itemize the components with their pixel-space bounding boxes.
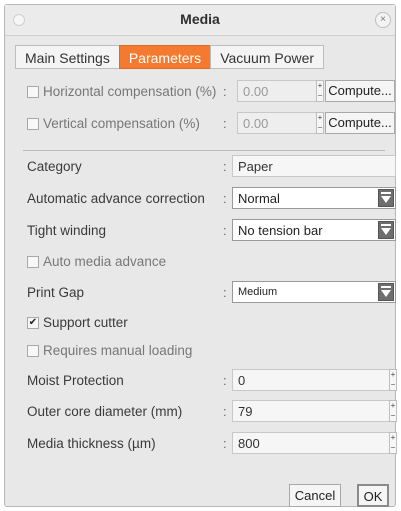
dropdown-arrow-icon[interactable]	[378, 189, 394, 207]
media-thickness-row: Media thickness (µm) : 800 + −	[27, 432, 397, 456]
section-divider	[23, 150, 385, 151]
outer-core-diameter-row: Outer core diameter (mm) : 79 + −	[27, 400, 397, 424]
auto-advance-correction-label: Automatic advance correction	[27, 191, 205, 206]
horizontal-compensation-label: Horizontal compensation (%)	[43, 84, 217, 99]
colon: :	[223, 84, 227, 99]
ok-button[interactable]: OK	[357, 484, 389, 507]
cancel-button[interactable]: Cancel	[289, 484, 341, 507]
media-thickness-label: Media thickness (µm)	[27, 436, 156, 451]
horizontal-compensation-checkbox[interactable]	[27, 86, 39, 98]
window-title: Media	[180, 11, 220, 27]
vertical-compensation-row: Vertical compensation (%) : 0.00 + − Com…	[27, 112, 395, 136]
spin-down-icon[interactable]: −	[317, 91, 323, 101]
colon: :	[223, 285, 227, 300]
horizontal-compute-button[interactable]: Compute...	[325, 80, 395, 102]
category-row: Category : Paper	[27, 155, 396, 179]
tab-vacuum-power[interactable]: Vacuum Power	[210, 45, 325, 69]
requires-manual-loading-checkbox[interactable]	[27, 345, 39, 357]
tight-winding-value: No tension bar	[238, 223, 323, 238]
auto-advance-correction-select[interactable]: Normal	[232, 187, 396, 209]
moist-protection-row: Moist Protection : 0 + −	[27, 369, 397, 393]
support-cutter-checkbox[interactable]: ✔	[27, 317, 39, 329]
dropdown-arrow-icon[interactable]	[378, 221, 394, 239]
requires-manual-loading-row: Requires manual loading	[27, 339, 391, 363]
horizontal-compensation-spinner[interactable]: + −	[316, 80, 324, 102]
spin-down-icon[interactable]: −	[317, 123, 323, 133]
vertical-compensation-spinner[interactable]: + −	[316, 112, 324, 134]
tight-winding-row: Tight winding : No tension bar	[27, 219, 396, 243]
support-cutter-row: ✔ Support cutter	[27, 311, 391, 335]
spin-up-icon[interactable]: +	[390, 433, 396, 443]
media-dialog: Media × Main Settings Parameters Vacuum …	[4, 4, 397, 508]
spin-up-icon[interactable]: +	[317, 81, 323, 91]
spin-up-icon[interactable]: +	[390, 370, 396, 380]
print-gap-select[interactable]: Medium	[232, 281, 396, 303]
spin-down-icon[interactable]: −	[390, 411, 396, 421]
print-gap-label: Print Gap	[27, 285, 85, 300]
auto-advance-correction-row: Automatic advance correction : Normal	[27, 187, 396, 211]
auto-media-advance-row: Auto media advance	[27, 250, 391, 274]
outer-core-diameter-field[interactable]: 79	[232, 400, 390, 422]
media-thickness-field[interactable]: 800	[232, 432, 390, 454]
tight-winding-label: Tight winding	[27, 223, 107, 238]
colon: :	[223, 159, 227, 174]
close-icon[interactable]: ×	[375, 12, 391, 28]
tab-main-settings[interactable]: Main Settings	[15, 45, 120, 69]
moist-protection-field[interactable]: 0	[232, 369, 390, 391]
tight-winding-select[interactable]: No tension bar	[232, 219, 396, 241]
dialog-footer: Cancel OK	[27, 484, 391, 508]
colon: :	[223, 191, 227, 206]
colon: :	[223, 373, 227, 388]
outer-core-diameter-label: Outer core diameter (mm)	[27, 404, 183, 419]
vertical-compute-button[interactable]: Compute...	[325, 112, 395, 134]
colon: :	[223, 223, 227, 238]
auto-media-advance-label: Auto media advance	[43, 254, 167, 269]
title-bar: Media ×	[5, 5, 395, 36]
media-thickness-spinner[interactable]: + −	[389, 432, 397, 454]
colon: :	[223, 116, 227, 131]
vertical-compensation-label: Vertical compensation (%)	[43, 116, 200, 131]
print-gap-value: Medium	[238, 286, 278, 298]
spin-down-icon[interactable]: −	[390, 443, 396, 453]
moist-protection-label: Moist Protection	[27, 373, 124, 388]
spin-up-icon[interactable]: +	[390, 401, 396, 411]
colon: :	[223, 436, 227, 451]
spin-up-icon[interactable]: +	[317, 113, 323, 123]
moist-protection-spinner[interactable]: + −	[389, 369, 397, 391]
category-label: Category	[27, 159, 82, 174]
print-gap-row: Print Gap : Medium	[27, 281, 396, 305]
horizontal-compensation-field[interactable]: 0.00	[237, 80, 317, 102]
tab-bar: Main Settings Parameters Vacuum Power	[15, 45, 325, 69]
tab-parameters[interactable]: Parameters	[118, 45, 212, 69]
colon: :	[223, 404, 227, 419]
outer-core-diameter-spinner[interactable]: + −	[389, 400, 397, 422]
horizontal-compensation-row: Horizontal compensation (%) : 0.00 + − C…	[27, 80, 395, 104]
requires-manual-loading-label: Requires manual loading	[43, 343, 193, 358]
vertical-compensation-checkbox[interactable]	[27, 118, 39, 130]
category-field: Paper	[232, 155, 396, 177]
spin-down-icon[interactable]: −	[390, 380, 396, 390]
vertical-compensation-field[interactable]: 0.00	[237, 112, 317, 134]
auto-media-advance-checkbox[interactable]	[27, 256, 39, 268]
support-cutter-label: Support cutter	[43, 315, 128, 330]
dropdown-arrow-icon[interactable]	[378, 283, 394, 301]
auto-advance-correction-value: Normal	[238, 191, 280, 206]
